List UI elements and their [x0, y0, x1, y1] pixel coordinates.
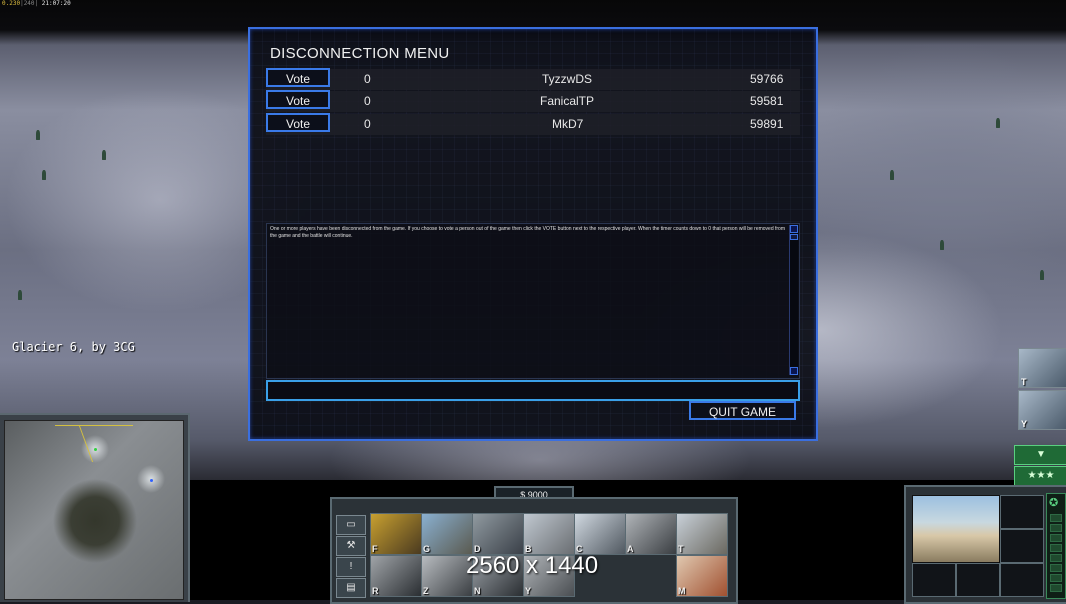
disconnect-timer: 59891: [750, 117, 784, 131]
unit-slot[interactable]: [1000, 529, 1044, 563]
resolution-overlay: 2560 x 1440: [466, 552, 599, 579]
minimap-unit-marker: [150, 479, 153, 482]
player-name: FanicalTP: [540, 94, 595, 108]
unit-slot[interactable]: [1000, 495, 1044, 529]
tree: [1040, 270, 1044, 280]
unit-slot[interactable]: [956, 563, 1000, 597]
hotkey-label: Y: [525, 586, 532, 596]
tree: [42, 170, 46, 180]
hotkey-label: A: [627, 544, 634, 554]
message-log: One or more players have been disconnect…: [266, 223, 800, 379]
build-slot[interactable]: T: [676, 513, 728, 555]
fps-alt-value: 240: [23, 0, 35, 7]
drone-icon[interactable]: Y: [1018, 390, 1066, 430]
vote-count: 0: [364, 117, 371, 131]
hotkey-label: M: [678, 586, 686, 596]
build-slot[interactable]: G: [421, 513, 473, 555]
disconnect-timer: 59581: [750, 94, 784, 108]
rank-segment: [1050, 544, 1062, 552]
rank-segment: [1050, 554, 1062, 562]
vote-count: 0: [364, 94, 371, 108]
hotkey-label: T: [1021, 377, 1027, 387]
chevron-down-icon[interactable]: ▼: [1014, 445, 1066, 465]
dialog-title: DISCONNECTION MENU: [270, 45, 450, 62]
rank-segment: [1050, 524, 1062, 532]
scroll-down-icon[interactable]: [790, 367, 798, 375]
fps-readout: 0.230|240| 21:07:20: [2, 0, 71, 7]
minimap-unit-marker: [94, 448, 97, 451]
player-row: Vote 0 MkD7 59891: [266, 113, 800, 135]
disconnect-message: One or more players have been disconnect…: [270, 226, 786, 239]
vote-button[interactable]: Vote: [266, 68, 330, 87]
tree: [996, 118, 1000, 128]
minimap-frame: [0, 413, 190, 602]
command-side-buttons: ▭ ⚒ ! ▤: [336, 511, 366, 598]
special-power-tray: T Y: [1014, 348, 1066, 432]
tree: [36, 130, 40, 140]
hotkey-label: T: [678, 544, 684, 554]
build-slot[interactable]: R: [370, 555, 422, 597]
game-clock: 21:07:20: [41, 0, 71, 7]
build-slot[interactable]: C: [574, 513, 626, 555]
scroll-thumb[interactable]: [790, 234, 798, 240]
satellite-icon[interactable]: T: [1018, 348, 1066, 388]
fps-value: 0.230: [2, 0, 21, 7]
unit-slot[interactable]: [912, 563, 956, 597]
command-panel: ▭ ⚒ ! ▤ F G D B C A T R Z N Y M: [330, 497, 738, 604]
alert-icon[interactable]: !: [336, 557, 366, 577]
tree: [102, 150, 106, 160]
build-slot[interactable]: D: [472, 513, 524, 555]
rank-segment: [1050, 574, 1062, 582]
vote-button[interactable]: Vote: [266, 113, 330, 132]
rank-segment: [1050, 514, 1062, 522]
player-row: Vote 0 TyzzwDS 59766: [266, 68, 800, 90]
vote-count: 0: [364, 72, 371, 86]
selected-unit-panel: ✪: [904, 485, 1066, 604]
rank-segment: [1050, 534, 1062, 542]
hotkey-label: Z: [423, 586, 429, 596]
minimap-camera-view: [55, 425, 133, 458]
player-row: Vote 0 FanicalTP 59581: [266, 90, 800, 112]
chat-input[interactable]: [266, 380, 800, 401]
hotkey-label: G: [423, 544, 431, 554]
minimap[interactable]: [4, 420, 184, 600]
message-scrollbar[interactable]: [789, 225, 798, 375]
rank-segment: [1050, 564, 1062, 572]
tree: [890, 170, 894, 180]
disconnect-timer: 59766: [750, 72, 784, 86]
bulldozer-portrait-icon: [912, 495, 1000, 563]
map-name-label: Glacier 6, by 3CG: [12, 340, 135, 354]
generals-powers-button[interactable]: ★★★: [1014, 466, 1066, 486]
build-slot[interactable]: B: [523, 513, 575, 555]
unit-slot[interactable]: [1000, 563, 1044, 597]
quit-game-button[interactable]: QUIT GAME: [689, 401, 796, 420]
build-slot[interactable]: A: [625, 513, 677, 555]
star-icon: ✪: [1049, 497, 1059, 509]
disconnection-dialog: DISCONNECTION MENU Vote 0 TyzzwDS 59766 …: [248, 27, 818, 441]
diplomacy-icon[interactable]: ▤: [336, 578, 366, 598]
player-name: MkD7: [552, 117, 584, 131]
hotkey-label: F: [372, 544, 378, 554]
hotkey-label: Y: [1021, 419, 1028, 429]
build-slot[interactable]: M: [676, 555, 728, 597]
tree: [18, 290, 22, 300]
tree: [940, 240, 944, 250]
hotkey-label: N: [474, 586, 481, 596]
rank-segment: [1050, 584, 1062, 592]
scroll-up-icon[interactable]: [790, 225, 798, 233]
hotkey-label: R: [372, 586, 379, 596]
build-slot[interactable]: F: [370, 513, 422, 555]
vote-button[interactable]: Vote: [266, 90, 330, 109]
general-rank-bar: ✪: [1046, 493, 1066, 599]
player-name: TyzzwDS: [542, 72, 593, 86]
options-icon[interactable]: ▭: [336, 515, 366, 535]
repair-wrench-icon[interactable]: ⚒: [336, 536, 366, 556]
